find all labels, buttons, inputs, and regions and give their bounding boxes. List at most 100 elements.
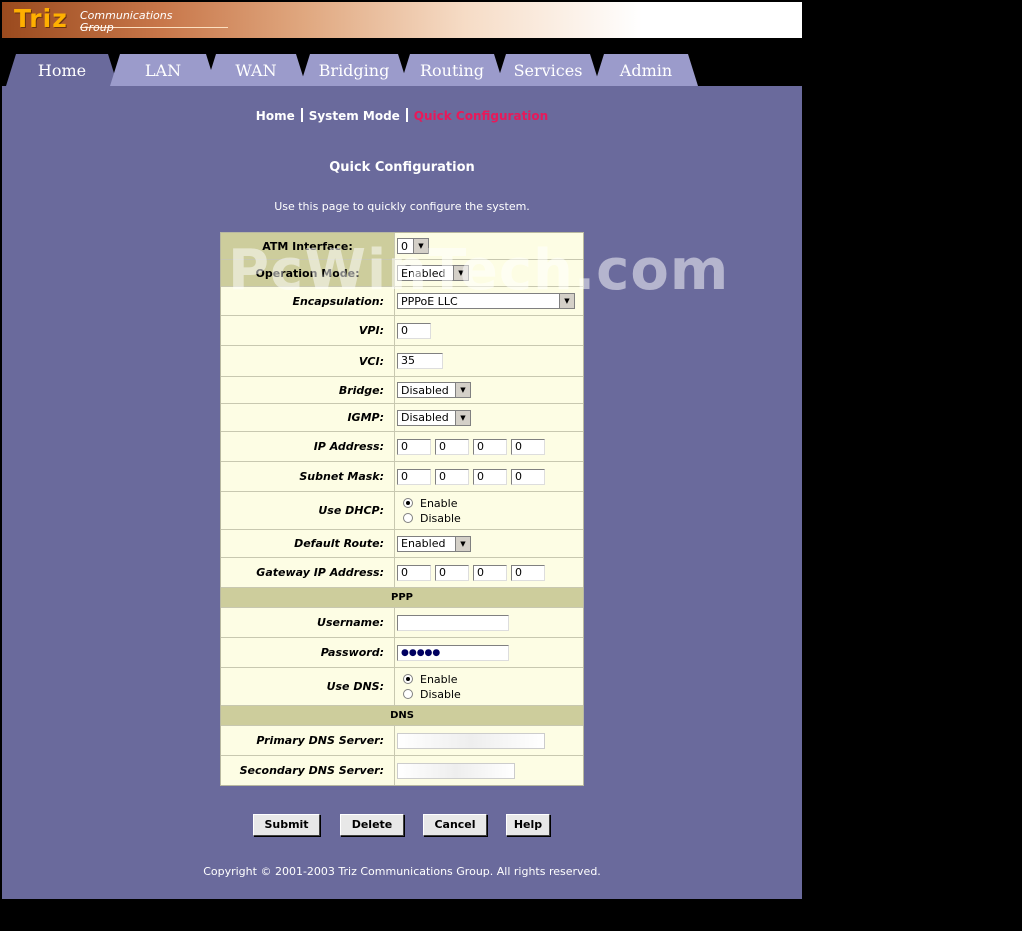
default-route-label: Default Route: <box>221 530 395 557</box>
chevron-down-icon: ▼ <box>455 536 470 551</box>
copyright-notice: Copyright © 2001-2003 Triz Communication… <box>203 865 601 878</box>
igmp-value: Disabled <box>401 411 449 424</box>
igmp-select[interactable]: Disabled ▼ <box>397 409 471 426</box>
gateway-ip-octet-1[interactable]: 0 <box>397 564 431 581</box>
tab-routing[interactable]: Routing <box>400 54 504 86</box>
row-default-route: Default Route: Enabled ▼ <box>221 530 583 558</box>
dns-section-header: DNS <box>221 706 583 726</box>
atm-interface-select[interactable]: 0 ▼ <box>397 238 429 254</box>
bridge-select[interactable]: Disabled ▼ <box>397 382 471 398</box>
vpi-label: VPI: <box>221 316 395 345</box>
brand-logo: Triz <box>14 4 68 33</box>
secondary-dns-input[interactable] <box>397 762 515 779</box>
chevron-down-icon: ▼ <box>413 239 428 253</box>
row-operation-mode: Operation Mode: Enabled ▼ <box>221 260 583 287</box>
chevron-down-icon: ▼ <box>453 266 468 280</box>
dns-enable-option[interactable]: Enable <box>397 672 461 687</box>
chevron-down-icon: ▼ <box>455 410 470 425</box>
encapsulation-label: Encapsulation: <box>221 287 395 315</box>
atm-interface-value: 0 <box>401 239 408 253</box>
secondary-dns-label: Secondary DNS Server: <box>221 756 395 785</box>
breadcrumb-quick-configuration[interactable]: Quick Configuration <box>414 109 548 123</box>
tab-lan[interactable]: LAN <box>110 54 216 86</box>
dns-enable-label: Enable <box>420 672 458 686</box>
gateway-ip-octet-4[interactable]: 0 <box>511 564 545 581</box>
row-username: Username: <box>221 608 583 638</box>
use-dns-label: Use DNS: <box>221 668 395 705</box>
row-encapsulation: Encapsulation: PPPoE LLC ▼ <box>221 287 583 316</box>
bridge-value: Disabled <box>401 383 449 397</box>
vci-label: VCI: <box>221 346 395 376</box>
breadcrumb-separator <box>405 108 408 122</box>
operation-mode-value: Enabled <box>401 266 446 280</box>
ip-address-octet-2[interactable]: 0 <box>435 438 469 455</box>
gateway-ip-octet-2[interactable]: 0 <box>435 564 469 581</box>
radio-unselected-icon[interactable] <box>403 689 413 699</box>
row-use-dhcp: Use DHCP: Enable Disable <box>221 492 583 530</box>
subnet-mask-octet-4[interactable]: 0 <box>511 468 545 485</box>
ip-address-label: IP Address: <box>221 432 395 461</box>
operation-mode-label: Operation Mode: <box>221 260 395 286</box>
primary-dns-input[interactable] <box>397 732 545 749</box>
row-vpi: VPI: 0 <box>221 316 583 346</box>
encapsulation-select[interactable]: PPPoE LLC ▼ <box>397 293 575 309</box>
submit-button[interactable]: Submit <box>253 814 320 836</box>
password-input[interactable]: ●●●●● <box>397 644 509 661</box>
dns-disable-option[interactable]: Disable <box>397 687 461 702</box>
tab-admin[interactable]: Admin <box>594 54 698 86</box>
dhcp-enable-label: Enable <box>420 496 458 510</box>
primary-dns-label: Primary DNS Server: <box>221 726 395 755</box>
help-button[interactable]: Help <box>506 814 550 836</box>
radio-unselected-icon[interactable] <box>403 513 413 523</box>
row-vci: VCI: 35 <box>221 346 583 377</box>
chevron-down-icon: ▼ <box>455 383 470 397</box>
row-ip-address: IP Address: 0000 <box>221 432 583 462</box>
cancel-button[interactable]: Cancel <box>423 814 487 836</box>
dhcp-disable-option[interactable]: Disable <box>397 511 461 526</box>
delete-button[interactable]: Delete <box>340 814 404 836</box>
ip-address-octet-3[interactable]: 0 <box>473 438 507 455</box>
subnet-mask-octet-1[interactable]: 0 <box>397 468 431 485</box>
tab-bridging[interactable]: Bridging <box>300 54 408 86</box>
main-tab-bar: Home LAN WAN Bridging Routing Services A… <box>2 38 802 86</box>
radio-selected-icon[interactable] <box>403 674 413 684</box>
username-input[interactable] <box>397 614 509 631</box>
ppp-section-header: PPP <box>221 588 583 608</box>
vci-input[interactable]: 35 <box>397 353 443 369</box>
row-gateway-ip: Gateway IP Address: 0000 <box>221 558 583 588</box>
breadcrumb-home[interactable]: Home <box>256 109 295 123</box>
row-password: Password: ●●●●● <box>221 638 583 668</box>
gateway-ip-octet-3[interactable]: 0 <box>473 564 507 581</box>
radio-selected-icon[interactable] <box>403 498 413 508</box>
igmp-label: IGMP: <box>221 404 395 431</box>
vpi-input[interactable]: 0 <box>397 322 431 339</box>
bridge-label: Bridge: <box>221 377 395 403</box>
atm-interface-label: ATM Interface: <box>221 233 395 259</box>
tab-home[interactable]: Home <box>6 54 118 86</box>
subnet-mask-octet-3[interactable]: 0 <box>473 468 507 485</box>
tab-services[interactable]: Services <box>496 54 600 86</box>
page-title: Quick Configuration <box>329 160 475 175</box>
row-bridge: Bridge: Disabled ▼ <box>221 377 583 404</box>
subnet-mask-label: Subnet Mask: <box>221 462 395 491</box>
gateway-ip-label: Gateway IP Address: <box>221 558 395 587</box>
row-primary-dns: Primary DNS Server: <box>221 726 583 756</box>
breadcrumb-system-mode[interactable]: System Mode <box>309 109 400 123</box>
operation-mode-select[interactable]: Enabled ▼ <box>397 265 469 281</box>
row-use-dns: Use DNS: Enable Disable <box>221 668 583 706</box>
subnet-mask-octet-2[interactable]: 0 <box>435 468 469 485</box>
breadcrumb: Home System Mode Quick Configuration <box>2 108 802 123</box>
ip-address-octet-1[interactable]: 0 <box>397 438 431 455</box>
quick-config-form: ATM Interface: 0 ▼ Operation Mode: Enable… <box>220 232 584 786</box>
dhcp-enable-option[interactable]: Enable <box>397 496 461 511</box>
tab-wan[interactable]: WAN <box>206 54 306 86</box>
use-dhcp-label: Use DHCP: <box>221 492 395 529</box>
dhcp-disable-label: Disable <box>420 511 461 525</box>
dns-disable-label: Disable <box>420 687 461 701</box>
default-route-select[interactable]: Enabled ▼ <box>397 535 471 552</box>
encapsulation-value: PPPoE LLC <box>401 294 458 308</box>
brand-banner: Triz Communications Group <box>2 2 802 38</box>
password-label: Password: <box>221 638 395 667</box>
default-route-value: Enabled <box>401 537 446 550</box>
ip-address-octet-4[interactable]: 0 <box>511 438 545 455</box>
